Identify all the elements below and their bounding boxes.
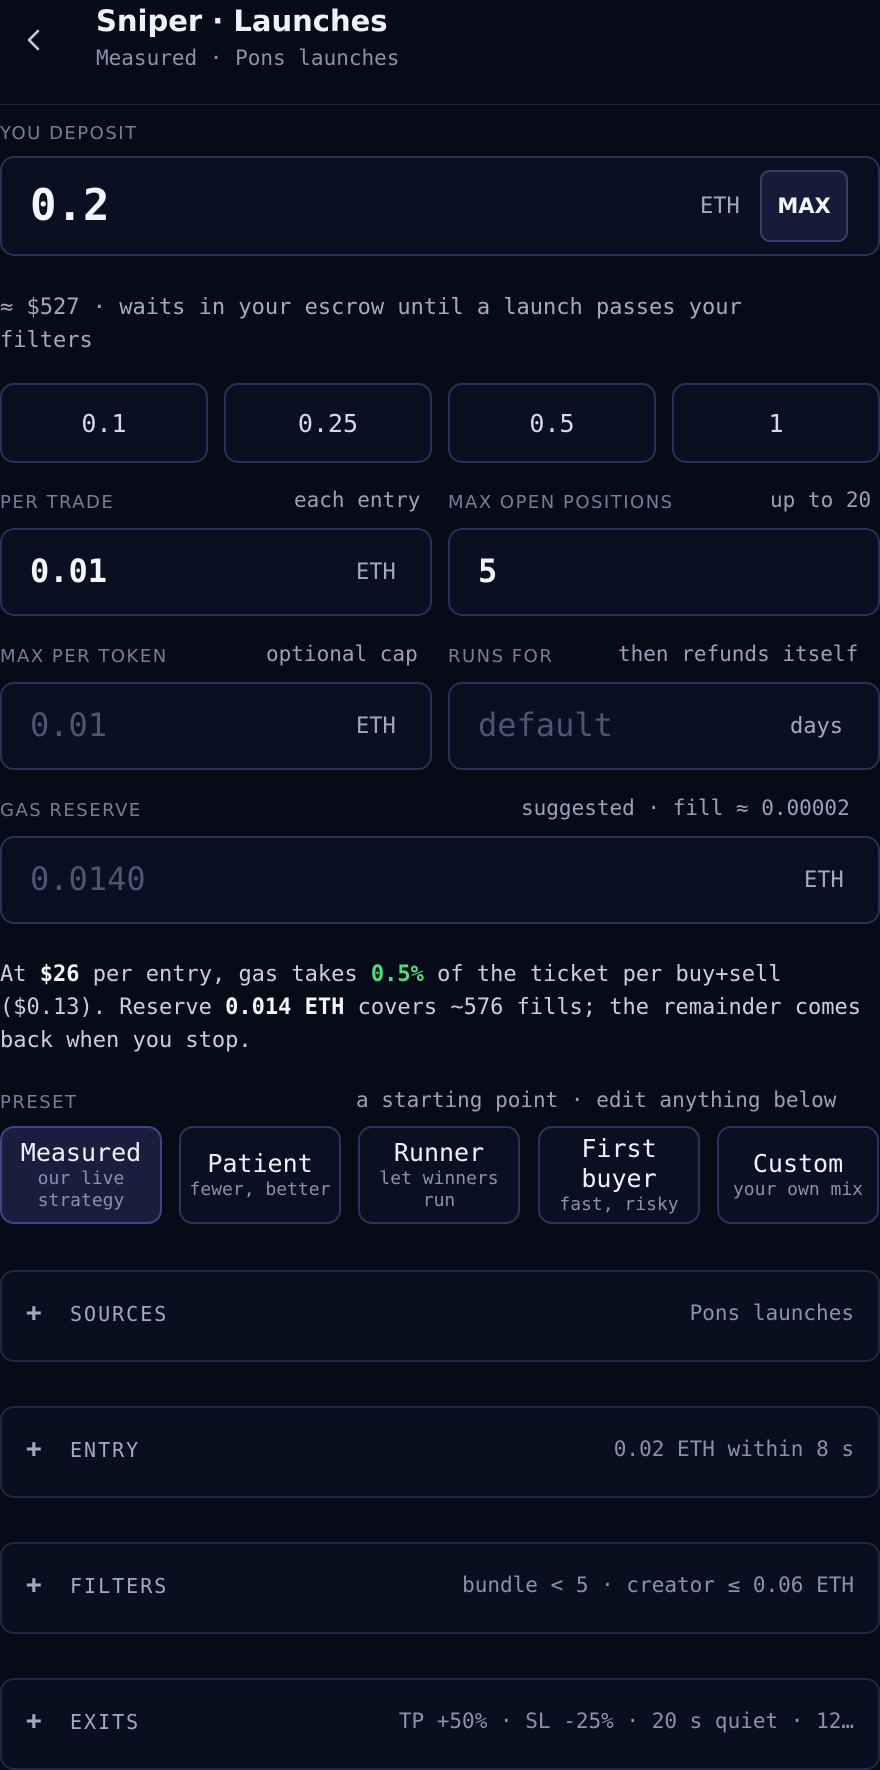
deposit-unit: ETH [700,194,740,219]
preset-desc: our live strategy [37,1168,125,1211]
preset-patient[interactable]: Patient fewer, better [179,1126,341,1224]
preset-desc: let winners run [379,1168,499,1211]
preset-runner[interactable]: Runner let winners run [358,1126,520,1224]
section-summary: 0.02 ETH within 8 s [613,1437,854,1461]
preset-name: First buyer [581,1134,657,1193]
max-button[interactable]: MAX [760,170,848,242]
max-per-token-label: MAX PER TOKEN [0,646,168,667]
max-per-token-input[interactable]: 0.01 ETH [0,682,432,770]
preset-name: Runner [393,1138,485,1167]
gas-percentage: 0.5% [370,962,424,987]
per-trade-label: PER TRADE [0,492,115,513]
preset-desc: your own mix [732,1179,864,1200]
chevron-left-icon[interactable] [20,26,48,54]
preset-custom[interactable]: Custom your own mix [717,1126,879,1224]
max-per-token-placeholder[interactable]: 0.01 [30,706,107,744]
quick-amount-chip[interactable]: 0.1 [0,383,208,463]
runs-for-unit: days [790,714,843,739]
preset-measured[interactable]: Measured our live strategy [0,1126,162,1224]
runs-for-label: RUNS FOR [448,646,554,667]
section-exits[interactable]: + EXITS TP +50% · SL -25% · 20 s quiet ·… [0,1678,880,1770]
max-open-input[interactable]: 5 [448,528,880,616]
entry-amount: $26 [39,962,80,987]
per-trade-unit: ETH [356,560,396,585]
preset-name: Patient [207,1149,313,1178]
section-name: EXITS [70,1710,141,1734]
preset-name: Measured [20,1138,142,1167]
deposit-note: ≈ $527 · waits in your escrow until a la… [0,295,742,353]
page-subtitle: Measured · Pons launches [96,46,400,70]
max-open-value[interactable]: 5 [478,552,497,590]
gas-reserve-unit: ETH [804,868,844,893]
runs-for-placeholder[interactable]: default [478,706,613,744]
section-summary: Pons launches [689,1301,854,1325]
quick-amount-chip[interactable]: 0.5 [448,383,656,463]
plus-icon: + [26,1298,42,1328]
quick-amount-chip[interactable]: 1 [672,383,880,463]
max-per-token-unit: ETH [356,714,396,739]
preset-hint: a starting point · edit anything below [356,1088,837,1112]
section-name: ENTRY [70,1438,141,1462]
max-per-token-hint: optional cap [266,642,418,666]
per-trade-input[interactable]: 0.01 ETH [0,528,432,616]
plus-icon: + [26,1706,42,1736]
per-trade-hint: each entry [294,488,421,512]
section-summary: TP +50% · SL -25% · 20 s quiet · 12… [398,1709,854,1733]
plus-icon: + [26,1570,42,1600]
section-name: SOURCES [70,1302,169,1326]
gas-reserve-input[interactable]: 0.0140 ETH [0,836,880,924]
plus-icon: + [26,1434,42,1464]
preset-label: PRESET [0,1092,78,1113]
section-name: FILTERS [70,1574,169,1598]
runs-for-input[interactable]: default days [448,682,880,770]
gas-reserve-placeholder[interactable]: 0.0140 [30,860,146,898]
section-filters[interactable]: + FILTERS bundle < 5 · creator ≤ 0.06 ET… [0,1542,880,1634]
quick-amount-chip[interactable]: 0.25 [224,383,432,463]
section-entry[interactable]: + ENTRY 0.02 ETH within 8 s [0,1406,880,1498]
reserve-amount: 0.014 ETH [225,995,345,1020]
preset-name: Custom [752,1149,844,1178]
preset-desc: fewer, better [189,1179,331,1200]
section-sources[interactable]: + SOURCES Pons launches [0,1270,880,1362]
runs-for-hint: then refunds itself [618,642,859,666]
gas-info-text: At $26 per entry, gas takes 0.5% of the … [0,962,861,1053]
page-title: Sniper · Launches [96,4,388,38]
deposit-value[interactable]: 0.2 [30,180,109,231]
gas-reserve-hint: suggested · fill ≈ 0.00002 [521,796,850,820]
per-trade-value[interactable]: 0.01 [30,552,107,590]
preset-first-buyer[interactable]: First buyer fast, risky [538,1126,700,1224]
preset-desc: fast, risky [559,1194,679,1215]
max-open-hint: up to 20 [770,488,872,512]
section-summary: bundle < 5 · creator ≤ 0.06 ETH [462,1573,854,1597]
deposit-label: YOU DEPOSIT [0,123,138,144]
header: Sniper · Launches Measured · Pons launch… [0,0,880,105]
deposit-input[interactable]: 0.2 ETH [0,156,880,256]
max-open-label: MAX OPEN POSITIONS [448,492,674,513]
gas-reserve-label: GAS RESERVE [0,800,142,821]
